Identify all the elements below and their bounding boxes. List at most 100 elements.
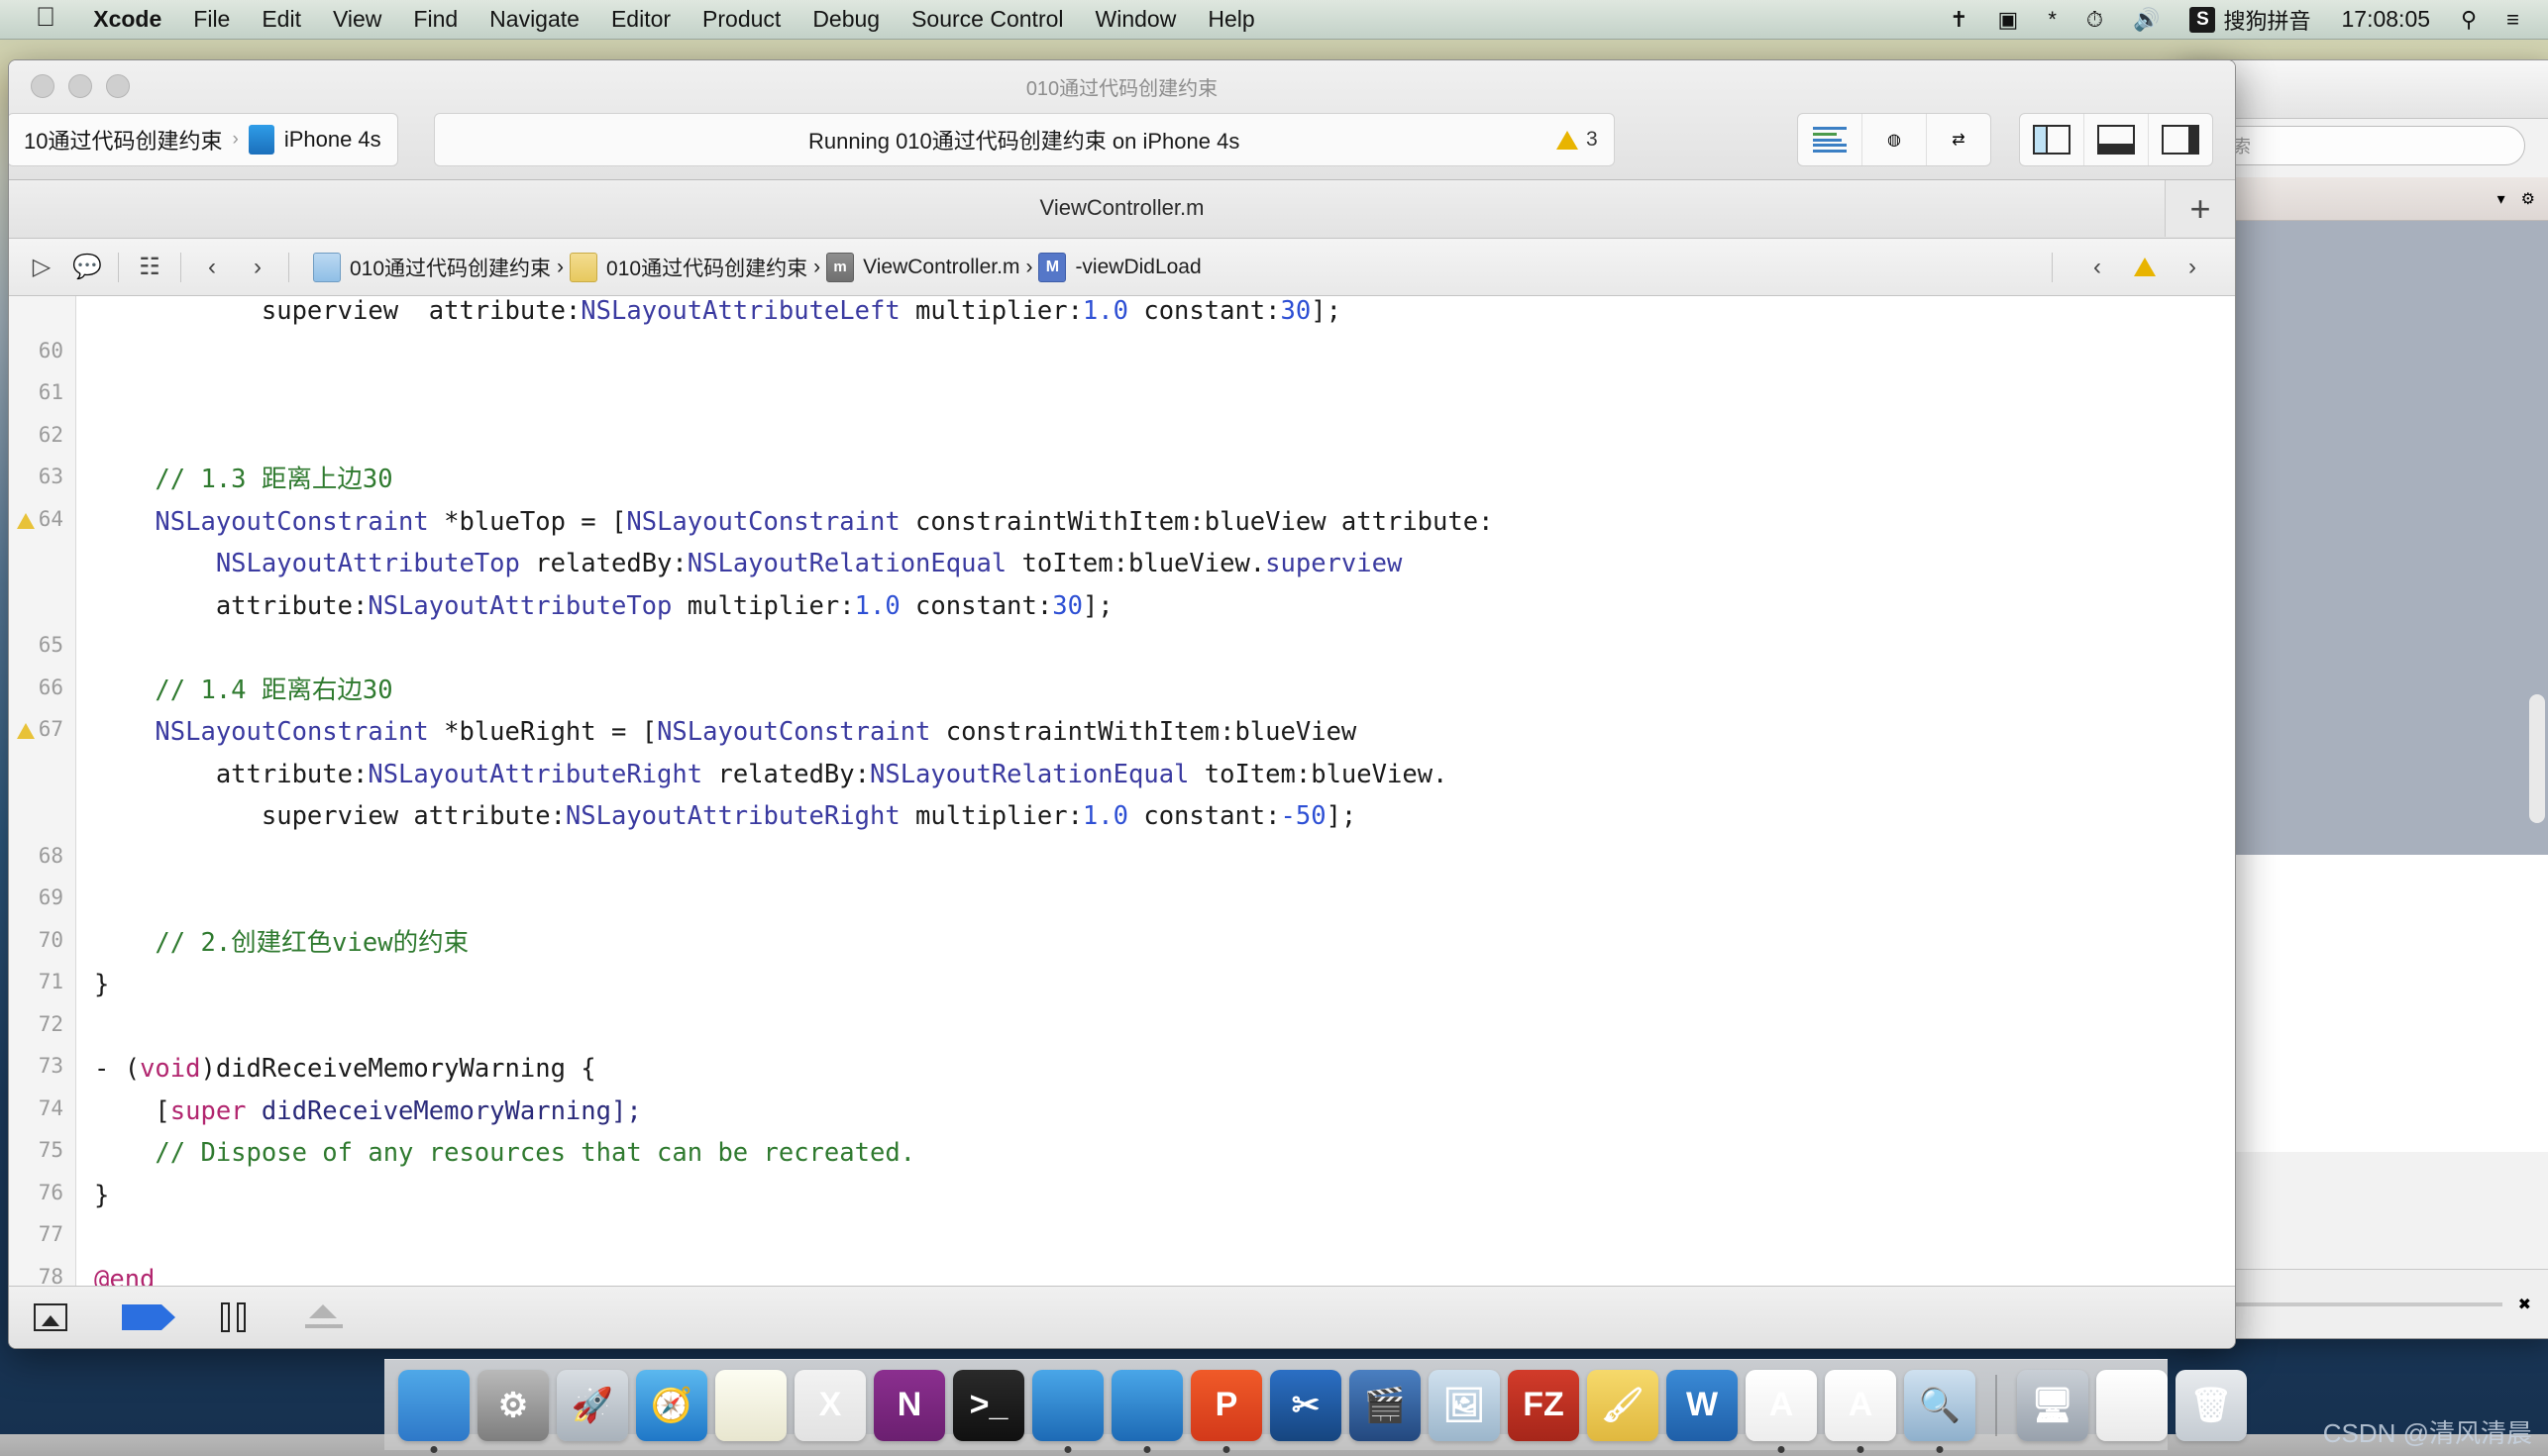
word-icon[interactable]: W <box>1666 1370 1738 1441</box>
airplay-icon[interactable]: ✝ <box>1935 7 1982 33</box>
breadcrumb-file[interactable]: m ViewController.m <box>820 253 1025 282</box>
background-window-scrollbar[interactable] <box>2529 694 2545 823</box>
quicktime-icon[interactable]: 🎬 <box>1349 1370 1421 1441</box>
toggle-navigator-icon[interactable] <box>2020 114 2084 165</box>
dock[interactable]: ⚙🚀🧭XN>_P✂🎬🖼FZ🖌WAA🔍🖥🗑 <box>384 1359 2168 1450</box>
line-number: 63 <box>39 465 63 488</box>
line-number: 75 <box>39 1138 63 1162</box>
warning-triangle-icon[interactable] <box>2134 258 2156 276</box>
view-toggles-segmented-control[interactable] <box>2019 113 2213 166</box>
breadcrumb-project-label: 010通过代码创建约束 <box>350 253 551 282</box>
remote-desktop-icon[interactable]: 🖥 <box>2017 1370 2088 1441</box>
menu-item-product[interactable]: Product <box>687 6 796 33</box>
trash-icon[interactable]: 🗑 <box>2176 1370 2247 1441</box>
menu-item-window[interactable]: Window <box>1080 6 1193 33</box>
toggle-debug-area-icon[interactable] <box>2084 114 2149 165</box>
excel-icon[interactable]: X <box>795 1370 866 1441</box>
finder-icon[interactable] <box>398 1370 470 1441</box>
pause-icon[interactable] <box>213 1300 253 1334</box>
code-token: multiplier: <box>901 296 1083 326</box>
chevron-down-icon[interactable]: ▾ <box>2497 189 2505 209</box>
jumpbar-divider-4 <box>2052 253 2053 282</box>
bluetooth-icon[interactable]: * <box>2033 7 2071 33</box>
menu-item-help[interactable]: Help <box>1192 6 1270 33</box>
toggle-debug-area-icon[interactable] <box>31 1300 70 1334</box>
scheme-selector[interactable]: 10通过代码创建约束 › iPhone 4s <box>8 113 398 166</box>
xcode-beta-icon[interactable] <box>1112 1370 1183 1441</box>
breakpoints-toggle-icon[interactable] <box>122 1300 161 1334</box>
gear-icon[interactable]: ⚙ <box>2521 189 2535 209</box>
tab-viewcontroller-m[interactable]: ViewController.m <box>9 195 2235 221</box>
issue-next-chevron-right-icon[interactable]: › <box>2170 248 2215 287</box>
line-number: 68 <box>39 844 63 868</box>
breadcrumb-folder[interactable]: 010通过代码创建约束 <box>564 253 813 282</box>
issue-prev-chevron-left-icon[interactable]: ‹ <box>2074 248 2120 287</box>
close-icon[interactable]: ✖ <box>2518 1295 2531 1314</box>
gutter-warning-icon[interactable] <box>17 723 35 739</box>
screen-record-icon[interactable]: ▣ <box>1983 7 2034 33</box>
spotlight-search-icon[interactable]: ⚲ <box>2446 7 2492 33</box>
font-book-icon[interactable]: A <box>1825 1370 1896 1441</box>
standard-editor-icon[interactable] <box>1798 114 1862 165</box>
related-items-icon[interactable]: ☷ <box>127 248 172 287</box>
apple-icon[interactable]:  <box>36 4 55 31</box>
code-text-area[interactable]: superview attribute:NSLayoutAttributeLef… <box>76 296 2235 1286</box>
comment-icon[interactable]: 💬 <box>64 248 110 287</box>
chevron-right-icon[interactable]: › <box>235 248 280 287</box>
step-out-icon[interactable] <box>304 1300 344 1334</box>
tag-icon[interactable]: ▷ <box>19 248 64 287</box>
gutter-warning-icon[interactable] <box>17 513 35 529</box>
onenote-icon[interactable]: N <box>874 1370 945 1441</box>
breadcrumb-method[interactable]: M -viewDidLoad <box>1032 253 1207 282</box>
menu-item-editor[interactable]: Editor <box>595 6 687 33</box>
assistant-editor-icon[interactable]: ◍ <box>1862 114 1927 165</box>
menu-item-navigate[interactable]: Navigate <box>474 6 595 33</box>
notification-center-icon[interactable]: ≡ <box>2492 7 2534 33</box>
textedit-icon[interactable]: A <box>1746 1370 1817 1441</box>
add-tab-button[interactable]: + <box>2165 180 2235 237</box>
dock-icon-glyph: FZ <box>1523 1386 1564 1424</box>
ime-label: 搜狗拼音 <box>2215 4 2310 36</box>
menu-item-find[interactable]: Find <box>397 6 474 33</box>
terminal-icon[interactable]: >_ <box>953 1370 1024 1441</box>
line-number: 66 <box>39 676 63 699</box>
background-search-input[interactable]: 搜索 <box>2198 126 2525 165</box>
dock-icon-glyph: 🧭 <box>651 1386 692 1425</box>
xcode-icon[interactable] <box>1032 1370 1104 1441</box>
code-token: NSLayoutConstraint <box>155 507 428 537</box>
sogou-ime-indicator[interactable]: S 搜狗拼音 <box>2175 4 2325 36</box>
launchpad-icon[interactable]: 🚀 <box>557 1370 628 1441</box>
menu-item-view[interactable]: View <box>317 6 397 33</box>
menu-item-source-control[interactable]: Source Control <box>896 6 1079 33</box>
safari-icon[interactable]: 🧭 <box>636 1370 707 1441</box>
image-capture-icon[interactable]: 🔍 <box>1904 1370 1975 1441</box>
breadcrumb-project[interactable]: 010通过代码创建约束 <box>307 253 557 282</box>
menu-bar:  Xcode File Edit View Find Navigate Edi… <box>0 0 2548 40</box>
chevron-left-icon[interactable]: ‹ <box>189 248 235 287</box>
menu-item-edit[interactable]: Edit <box>246 6 317 33</box>
zoom-slider[interactable] <box>2214 1302 2502 1306</box>
xcode-window[interactable]: 010通过代码创建约束 10通过代码创建约束 › iPhone 4s Runni… <box>8 59 2236 1349</box>
menu-clock[interactable]: 17:08:05 <box>2326 6 2447 33</box>
time-machine-icon[interactable]: ⏱ <box>2071 7 2118 33</box>
editor-mode-segmented-control[interactable]: ◍ ⇄ <box>1797 113 1991 166</box>
keynote-icon[interactable]: P <box>1191 1370 1262 1441</box>
menu-item-xcode[interactable]: Xcode <box>77 6 177 33</box>
method-icon: M <box>1038 253 1066 282</box>
menu-item-debug[interactable]: Debug <box>796 6 896 33</box>
toggle-utilities-icon[interactable] <box>2149 114 2212 165</box>
filezilla-icon[interactable]: FZ <box>1508 1370 1579 1441</box>
breadcrumb-sep-1: › <box>557 256 564 279</box>
source-editor[interactable]: 6061626364656667686970717273747576777879… <box>9 296 2235 1286</box>
paint-icon[interactable]: 🖌 <box>1587 1370 1658 1441</box>
stickies-icon[interactable] <box>715 1370 787 1441</box>
system-preferences-icon[interactable]: ⚙ <box>478 1370 549 1441</box>
menu-item-file[interactable]: File <box>177 6 246 33</box>
documents-stack-icon[interactable] <box>2096 1370 2168 1441</box>
snip-tool-icon[interactable]: ✂ <box>1270 1370 1341 1441</box>
code-token: 1.0 <box>1083 801 1128 831</box>
preview-icon[interactable]: 🖼 <box>1429 1370 1500 1441</box>
version-editor-icon[interactable]: ⇄ <box>1927 114 1990 165</box>
status-badge[interactable]: 3 <box>1556 114 1598 165</box>
volume-icon[interactable]: 🔊 <box>2118 7 2175 33</box>
